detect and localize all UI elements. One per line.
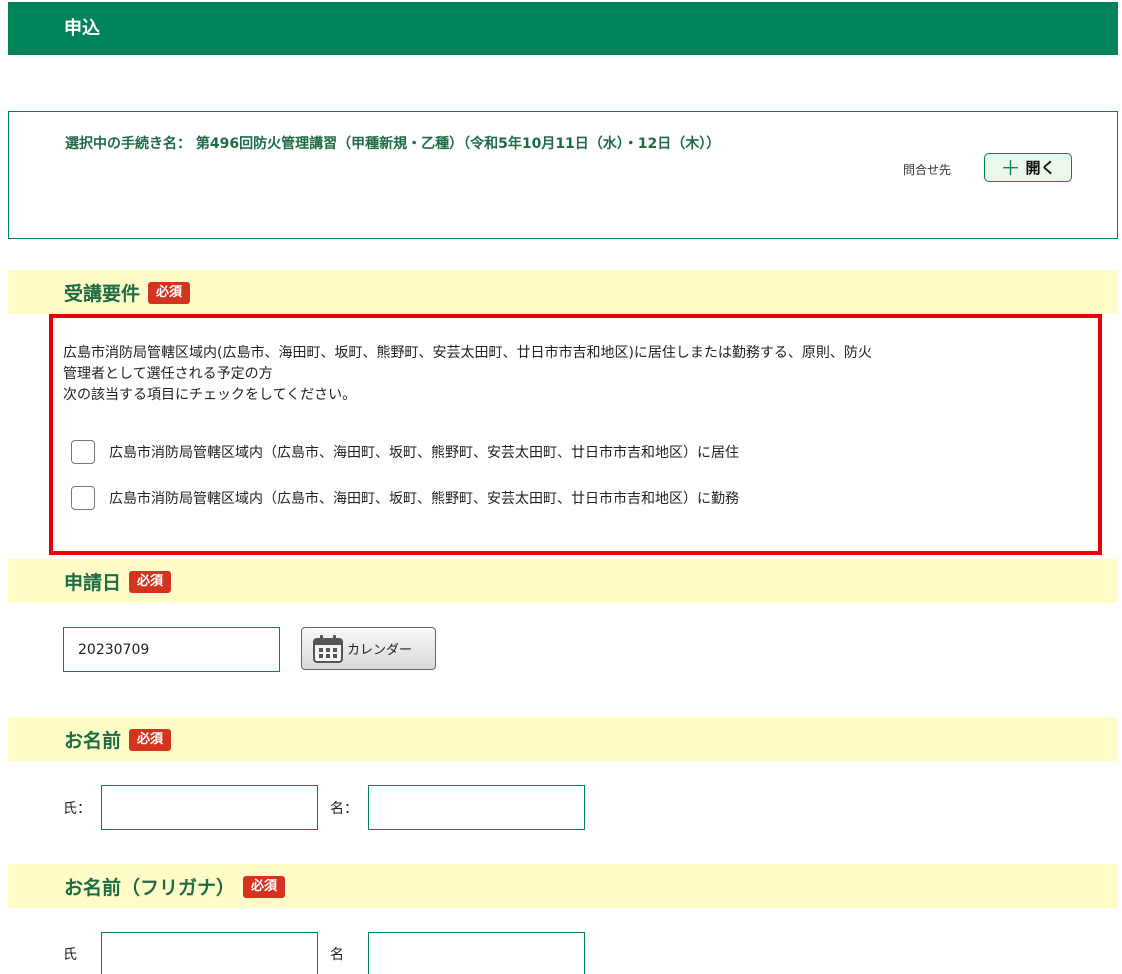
work-option-label[interactable]: 広島市消防局管轄区域内（広島市、海田町、坂町、熊野町、安芸太田町、廿日市市吉和地… (109, 488, 739, 508)
residence-option-label[interactable]: 広島市消防局管轄区域内（広島市、海田町、坂町、熊野町、安芸太田町、廿日市市吉和地… (109, 442, 739, 462)
section-name-header: お名前 必須 (8, 717, 1118, 761)
requirement-highlight-frame: 広島市消防局管轄区域内(広島市、海田町、坂町、熊野町、安芸太田町、廿日市市吉和地… (49, 314, 1102, 555)
page-title: 申込 (64, 18, 100, 39)
plus-icon: ＋ (1000, 155, 1021, 180)
first-name-kana-label: 名 (330, 947, 344, 963)
open-button-label: 開く (1025, 159, 1056, 177)
requirement-option-work[interactable]: 広島市消防局管轄区域内（広島市、海田町、坂町、熊野町、安芸太田町、廿日市市吉和地… (71, 486, 739, 510)
section-application-date-title: 申請日 必須 (64, 568, 172, 595)
section-title-text: お名前 (64, 730, 122, 752)
work-checkbox[interactable] (71, 486, 95, 510)
section-furigana-title: お名前（フリガナ） 必須 (64, 873, 286, 900)
section-furigana-header: お名前（フリガナ） 必須 (8, 864, 1118, 908)
section-title-text: 受講要件 (64, 283, 141, 305)
section-title-text: 申請日 (64, 572, 122, 594)
first-name-label: 名： (330, 801, 358, 817)
section-requirement-header: 受講要件 必須 (8, 270, 1118, 314)
last-name-label: 氏： (63, 801, 91, 817)
residence-checkbox[interactable] (71, 440, 95, 464)
first-name-input[interactable] (368, 785, 585, 830)
requirement-text-line: 広島市消防局管轄区域内(広島市、海田町、坂町、熊野町、安芸太田町、廿日市市吉和地… (63, 345, 872, 361)
section-requirement-title: 受講要件 必須 (64, 279, 191, 306)
requirement-instruction: 次の該当する項目にチェックをしてください。 (63, 387, 357, 403)
procedure-label: 選択中の手続き名： (65, 136, 191, 152)
requirement-option-residence[interactable]: 広島市消防局管轄区域内（広島市、海田町、坂町、熊野町、安芸太田町、廿日市市吉和地… (71, 440, 739, 464)
last-name-input[interactable] (101, 785, 318, 830)
requirement-description: 広島市消防局管轄区域内(広島市、海田町、坂町、熊野町、安芸太田町、廿日市市吉和地… (63, 343, 1088, 406)
required-badge: 必須 (243, 875, 286, 898)
required-badge: 必須 (148, 281, 191, 304)
calendar-button-label: カレンダー (347, 643, 413, 658)
first-name-kana-input[interactable] (368, 932, 585, 974)
last-name-kana-input[interactable] (101, 932, 318, 974)
required-badge: 必須 (129, 570, 172, 593)
last-name-kana-label: 氏 (63, 947, 77, 963)
open-inquiry-button[interactable]: ＋ 開く (984, 153, 1072, 182)
application-date-input[interactable] (63, 627, 280, 672)
section-application-date-header: 申請日 必須 (8, 559, 1118, 603)
section-name-title: お名前 必須 (64, 726, 172, 753)
required-badge: 必須 (129, 728, 172, 751)
selected-procedure-box: 選択中の手続き名： 第496回防火管理講習（甲種新規・乙種）（令和5年10月11… (8, 111, 1118, 239)
page-header: 申込 (8, 2, 1118, 55)
inquiry-label: 問合せ先 (903, 163, 952, 177)
selected-procedure-line: 選択中の手続き名： 第496回防火管理講習（甲種新規・乙種）（令和5年10月11… (65, 133, 720, 153)
procedure-name: 第496回防火管理講習（甲種新規・乙種）（令和5年10月11日（水）・12日（木… (195, 136, 721, 152)
section-title-text: お名前（フリガナ） (64, 877, 236, 899)
calendar-icon (313, 634, 343, 663)
calendar-button[interactable]: カレンダー (301, 627, 436, 670)
requirement-text-line: 管理者として選任される予定の方 (63, 366, 273, 382)
